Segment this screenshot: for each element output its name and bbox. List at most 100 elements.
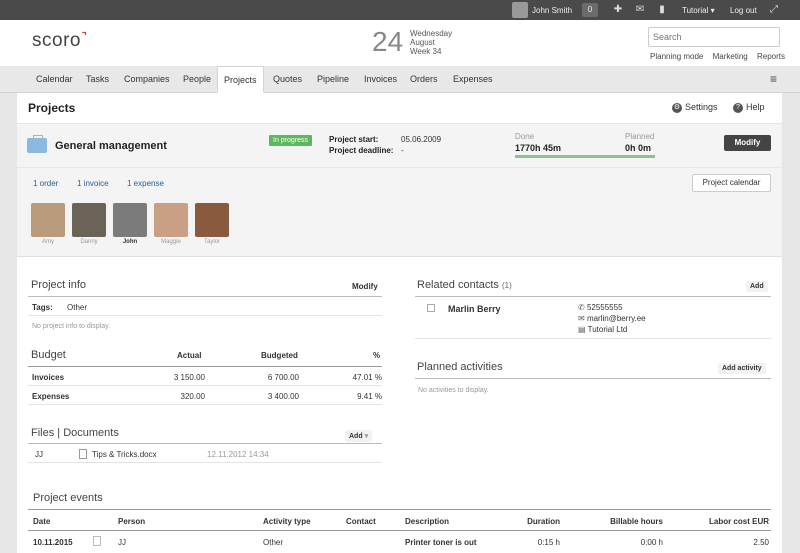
member-maggie[interactable]: Maggie [153, 203, 189, 245]
top-bar: John Smith 0 ✚ ✉ ▮ Tutorial ▾ Log out ⤢ [0, 0, 800, 20]
add-contact-button[interactable]: Add [746, 281, 768, 292]
tab-invoices[interactable]: Invoices [358, 66, 403, 93]
tab-people[interactable]: People [177, 66, 217, 93]
contact-name[interactable]: Marlin Berry [448, 304, 501, 314]
tab-pipeline[interactable]: Pipeline [311, 66, 355, 93]
day-number: 24 [372, 26, 404, 57]
member-taylor[interactable]: Taylor [194, 203, 230, 245]
budget-title: Budget [31, 349, 66, 361]
file-name[interactable]: Tips & Tricks.docx [92, 450, 157, 459]
tab-quotes[interactable]: Quotes [267, 66, 308, 93]
events-col-labor-cost: Labor cost EUR [708, 517, 769, 526]
project-info-empty: No project info to display. [32, 323, 111, 330]
member-john[interactable]: John [112, 203, 148, 245]
tab-expenses[interactable]: Expenses [447, 66, 499, 93]
gear-icon: ⚙ [672, 102, 682, 113]
contact-email[interactable]: ✉ marlin@berry.ee [578, 314, 646, 323]
contact-company[interactable]: ▤ Tutorial Ltd [578, 325, 627, 334]
events-col-date: Date [33, 517, 51, 526]
events-col-type: Activity type [263, 517, 311, 526]
phone-icon: ✆ [578, 303, 585, 312]
main-nav: Calendar Tasks Companies People Projects… [0, 66, 800, 93]
tutorial-menu[interactable]: Tutorial ▾ [682, 6, 715, 15]
budget-col-pct: % [373, 351, 381, 360]
activities-empty: No activities to display. [418, 387, 489, 394]
avatar [113, 203, 147, 237]
events-col-billable: Billable hours [610, 517, 663, 526]
avatar [31, 203, 65, 237]
project-members: Amy Danny John Maggie Taylor [17, 197, 782, 257]
avatar [154, 203, 188, 237]
tags-label: Tags: [32, 303, 53, 312]
budget-row-budgeted: 3 400.00 [267, 392, 299, 401]
contacts-count: (1) [502, 281, 512, 290]
page-title: Projects [28, 101, 76, 115]
contact-phone: ✆ 52555555 [578, 303, 623, 312]
orders-link[interactable]: 1 order [33, 179, 58, 188]
document-icon[interactable] [93, 536, 101, 546]
tags-value: Other [67, 303, 88, 312]
bookmark-icon[interactable]: ▮ [656, 4, 668, 16]
plus-icon[interactable]: ✚ [612, 4, 624, 16]
related-contacts-title: Related contacts (1) [417, 279, 512, 291]
tab-companies[interactable]: Companies [118, 66, 176, 93]
budget-row-pct: 47.01 % [352, 373, 382, 382]
user-name[interactable]: John Smith [532, 6, 572, 15]
add-file-button[interactable]: Add ▾ [345, 430, 373, 442]
week: Week 34 [410, 47, 442, 56]
project-header: General management In progress Project s… [17, 123, 782, 167]
modify-project-button[interactable]: Modify [724, 135, 771, 151]
avatar [195, 203, 229, 237]
budget-row-label: Invoices [32, 373, 65, 382]
invoice-link[interactable]: 1 invoice [77, 179, 109, 188]
resize-icon[interactable]: ⤢ [768, 4, 780, 16]
events-col-person: Person [118, 517, 146, 526]
planned-label: Planned [625, 132, 655, 141]
expense-link[interactable]: 1 expense [127, 179, 164, 188]
notification-count[interactable]: 0 [582, 3, 598, 17]
date-info: Wednesday August Week 34 [410, 29, 452, 56]
marketing-link[interactable]: Marketing [713, 52, 748, 61]
files-title: Files | Documents [31, 427, 119, 439]
member-amy[interactable]: Amy [30, 203, 66, 245]
file-date: 12.11.2012 14:34 [207, 450, 269, 459]
budget-row-label: Expenses [32, 392, 70, 401]
event-person: JJ [118, 538, 126, 547]
member-danny[interactable]: Danny [71, 203, 107, 245]
logout-link[interactable]: Log out [730, 6, 757, 15]
settings-button[interactable]: ⚙ Settings [672, 102, 718, 113]
reports-link[interactable]: Reports [757, 52, 785, 61]
tab-projects[interactable]: Projects [217, 66, 264, 93]
planning-mode-link[interactable]: Planning mode [650, 52, 703, 61]
help-button[interactable]: ? Help [733, 102, 765, 113]
events-col-description: Description [405, 517, 450, 526]
project-calendar-button[interactable]: Project calendar [692, 174, 771, 192]
tab-orders[interactable]: Orders [404, 66, 444, 93]
file-owner: JJ [35, 450, 43, 459]
budget-col-actual: Actual [177, 351, 202, 360]
add-activity-button[interactable]: Add activity [718, 363, 766, 374]
building-icon: ▤ [578, 325, 586, 334]
deadline-value: - [401, 146, 404, 155]
scoro-logo[interactable]: scoro˺ [32, 30, 88, 52]
mail-icon: ✉ [578, 314, 585, 323]
tab-tasks[interactable]: Tasks [80, 66, 115, 93]
project-events-title: Project events [33, 492, 103, 504]
project-name: General management [55, 140, 167, 152]
mail-icon[interactable]: ✉ [634, 4, 646, 16]
event-description[interactable]: Printer toner is out [405, 538, 477, 547]
hamburger-menu-icon[interactable]: ≡ [770, 72, 777, 86]
done-value: 1770h 45m [515, 143, 562, 153]
project-info-title: Project info [31, 279, 87, 291]
contact-checkbox[interactable] [427, 304, 435, 312]
avatar [72, 203, 106, 237]
project-dates-labels: Project start: Project deadline: [329, 134, 393, 156]
budget-col-budgeted: Budgeted [261, 351, 298, 360]
document-icon [79, 449, 87, 459]
search-input[interactable] [648, 27, 780, 47]
event-labor-cost: 2.50 [753, 538, 769, 547]
tab-calendar[interactable]: Calendar [30, 66, 79, 93]
user-avatar[interactable] [512, 2, 528, 18]
header: scoro˺ 24 Wednesday August Week 34 Plann… [0, 20, 800, 66]
modify-info-link[interactable]: Modify [352, 282, 378, 291]
